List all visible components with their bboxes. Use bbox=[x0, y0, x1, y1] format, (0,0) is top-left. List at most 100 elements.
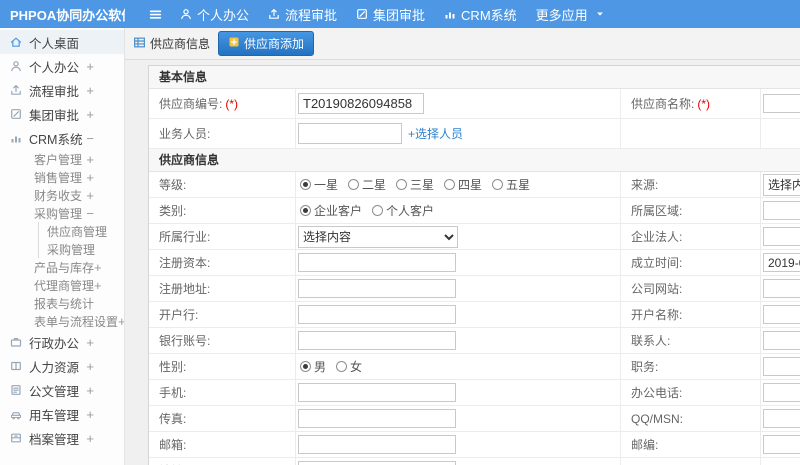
sidebar-item-group-approval[interactable]: 集团审批 + bbox=[0, 102, 124, 126]
contact-input[interactable] bbox=[763, 331, 800, 350]
sidebar-item-crm[interactable]: CRM系统 − bbox=[0, 126, 124, 150]
nav-personal-office[interactable]: 个人办公 bbox=[180, 5, 249, 24]
sidebar-item-hr[interactable]: 人力资源 + bbox=[0, 354, 124, 378]
choose-staff-link[interactable]: +选择人员 bbox=[408, 125, 463, 142]
sidebar-item-purchase-mgmt[interactable]: 采购管理 − bbox=[0, 204, 124, 222]
expand-icon[interactable]: + bbox=[94, 278, 102, 293]
sidebar-item-personal-office[interactable]: 个人办公 + bbox=[0, 54, 124, 78]
postcode-input[interactable] bbox=[763, 435, 800, 454]
expand-icon[interactable]: + bbox=[86, 335, 94, 350]
website-input[interactable] bbox=[763, 279, 800, 298]
radio-checked-icon[interactable] bbox=[300, 179, 311, 190]
radio-label[interactable]: 三星 bbox=[410, 176, 434, 193]
sidebar-item-reports[interactable]: 报表与统计 bbox=[0, 294, 124, 312]
expand-icon[interactable]: + bbox=[86, 383, 94, 398]
content: 基本信息 供应商编号: (*) 供应商名称: (*) bbox=[125, 60, 800, 465]
tab-supplier-add[interactable]: 供应商添加 bbox=[218, 31, 315, 56]
source-select[interactable]: 选择内容 bbox=[763, 173, 800, 196]
address-input[interactable] bbox=[298, 461, 456, 465]
radio-icon[interactable] bbox=[492, 179, 504, 190]
established-date-input[interactable] bbox=[763, 253, 800, 272]
nav-process-approval[interactable]: 流程审批 bbox=[268, 5, 337, 24]
expand-icon[interactable]: + bbox=[86, 431, 94, 446]
radio-label[interactable]: 女 bbox=[350, 358, 362, 375]
industry-select[interactable]: 选择内容 bbox=[298, 225, 458, 248]
radio-checked-icon[interactable] bbox=[300, 205, 311, 216]
sidebar-item-admin-office[interactable]: 行政办公 + bbox=[0, 330, 124, 354]
expand-icon[interactable]: + bbox=[86, 152, 94, 167]
field-label: 供应商名称: bbox=[631, 97, 695, 111]
supplier-name-input[interactable] bbox=[763, 94, 800, 113]
bank-input[interactable] bbox=[298, 305, 456, 324]
radio-icon[interactable] bbox=[396, 179, 408, 190]
radio-icon[interactable] bbox=[336, 361, 348, 372]
staff-input[interactable] bbox=[298, 123, 402, 144]
sidebar-item-archive-mgmt[interactable]: 档案管理 + bbox=[0, 426, 124, 450]
radio-label[interactable]: 二星 bbox=[362, 176, 386, 193]
sidebar-item-finance[interactable]: 财务收支 + bbox=[0, 186, 124, 204]
hamburger-icon[interactable] bbox=[149, 8, 162, 21]
supplier-code-input[interactable] bbox=[298, 93, 424, 114]
qq-msn-input[interactable] bbox=[763, 409, 800, 428]
sidebar-item-agent-mgmt[interactable]: 代理商管理 + bbox=[0, 276, 124, 294]
sidebar-item-vehicle-mgmt[interactable]: 用车管理 + bbox=[0, 402, 124, 426]
mobile-input[interactable] bbox=[298, 383, 456, 402]
radio-label[interactable]: 企业客户 bbox=[314, 202, 362, 219]
sidebar-item-label: 供应商管理 bbox=[47, 224, 108, 239]
office-phone-input[interactable] bbox=[763, 383, 800, 402]
sidebar-item-purchasing[interactable]: 采购管理 bbox=[38, 240, 124, 258]
expand-icon[interactable]: + bbox=[86, 170, 94, 185]
bank-account-input[interactable] bbox=[298, 331, 456, 350]
registered-address-input[interactable] bbox=[298, 279, 456, 298]
edit-icon bbox=[10, 108, 22, 120]
sidebar-item-personal-desktop[interactable]: 个人桌面 bbox=[0, 30, 124, 54]
nav-more-apps[interactable]: 更多应用 bbox=[536, 5, 605, 24]
sidebar-item-customer-mgmt[interactable]: 客户管理 + bbox=[0, 150, 124, 168]
expand-icon[interactable]: + bbox=[94, 260, 102, 275]
radio-label[interactable]: 一星 bbox=[314, 176, 338, 193]
nav-label: CRM系统 bbox=[461, 7, 517, 23]
expand-icon[interactable]: + bbox=[86, 107, 94, 122]
field-label: 注册地址: bbox=[159, 282, 211, 296]
radio-checked-icon[interactable] bbox=[300, 361, 311, 372]
title-input[interactable] bbox=[763, 357, 800, 376]
expand-icon[interactable]: + bbox=[86, 188, 94, 203]
required-mark: (*) bbox=[225, 96, 239, 111]
expand-icon[interactable]: + bbox=[86, 59, 94, 74]
radio-label[interactable]: 个人客户 bbox=[386, 202, 434, 219]
process-icon bbox=[10, 84, 22, 96]
expand-icon[interactable]: + bbox=[86, 83, 94, 98]
expand-icon[interactable]: + bbox=[118, 314, 124, 329]
nav-crm[interactable]: CRM系统 bbox=[444, 5, 517, 24]
tab-supplier-info[interactable]: 供应商信息 bbox=[133, 35, 210, 52]
radio-icon[interactable] bbox=[444, 179, 456, 190]
radio-label[interactable]: 五星 bbox=[506, 176, 530, 193]
collapse-icon[interactable]: − bbox=[86, 131, 94, 146]
radio-label[interactable]: 四星 bbox=[458, 176, 482, 193]
sidebar-item-process-approval[interactable]: 流程审批 + bbox=[0, 78, 124, 102]
sidebar-item-products-inventory[interactable]: 产品与库存 + bbox=[0, 258, 124, 276]
expand-icon[interactable]: + bbox=[86, 407, 94, 422]
sidebar-item-sales-mgmt[interactable]: 销售管理 + bbox=[0, 168, 124, 186]
account-name-input[interactable] bbox=[763, 305, 800, 324]
category-radio-group: 企业客户 个人客户 bbox=[300, 202, 444, 219]
region-input[interactable] bbox=[763, 201, 800, 220]
collapse-icon[interactable]: − bbox=[86, 206, 94, 221]
expand-icon[interactable]: + bbox=[86, 359, 94, 374]
legal-person-input[interactable] bbox=[763, 227, 800, 246]
radio-icon[interactable] bbox=[348, 179, 360, 190]
registered-capital-input[interactable] bbox=[298, 253, 456, 272]
radio-icon[interactable] bbox=[372, 205, 384, 216]
nav-group-approval[interactable]: 集团审批 bbox=[356, 5, 425, 24]
sidebar-item-document-mgmt[interactable]: 公文管理 + bbox=[0, 378, 124, 402]
sidebar-item-label: CRM系统 bbox=[29, 132, 83, 147]
nav-label: 个人办公 bbox=[197, 7, 250, 23]
sidebar-item-form-process-settings[interactable]: 表单与流程设置 + bbox=[0, 312, 124, 330]
radio-label[interactable]: 男 bbox=[314, 358, 326, 375]
email-input[interactable] bbox=[298, 435, 456, 454]
caret-down-icon bbox=[595, 9, 605, 19]
sidebar-item-supplier-mgmt[interactable]: 供应商管理 bbox=[38, 222, 124, 240]
form-row: 传真: QQ/MSN: bbox=[149, 406, 800, 432]
fax-input[interactable] bbox=[298, 409, 456, 428]
field-label: 办公电话: bbox=[631, 386, 683, 400]
